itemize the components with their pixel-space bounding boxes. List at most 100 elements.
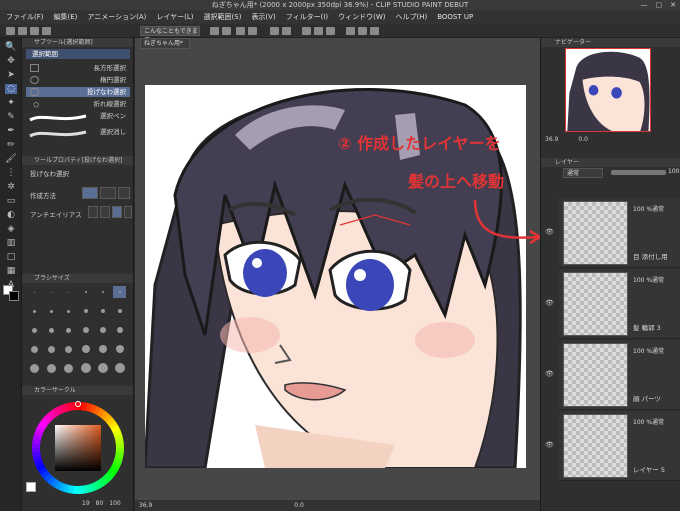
brush-size-option[interactable] (113, 343, 126, 355)
transform-icon[interactable] (248, 27, 257, 35)
subtool-selection-pen[interactable]: 選択ペン (26, 111, 130, 125)
brush-size-option[interactable] (28, 343, 41, 355)
lasso-select-icon[interactable]: ◌ (5, 84, 17, 94)
brush-size-option[interactable] (62, 286, 75, 298)
brush-size-option[interactable] (113, 305, 126, 317)
brush-size-option[interactable] (45, 324, 58, 336)
snap-grid-icon[interactable] (370, 27, 379, 35)
antialias-strong-button[interactable] (124, 206, 132, 218)
brush-size-option[interactable] (79, 362, 92, 374)
brush-size-option[interactable] (96, 286, 109, 298)
menu-window[interactable]: ウィンドウ(W) (338, 12, 385, 22)
airbrush-icon[interactable]: ⋮ (5, 168, 17, 178)
brush-size-option[interactable] (45, 362, 58, 374)
brush-size-option[interactable] (113, 324, 126, 336)
navigator-zoom[interactable]: 36.9 (545, 136, 558, 143)
deselect-icon[interactable] (302, 27, 311, 35)
brush-size-option[interactable] (28, 305, 41, 317)
brush-size-option[interactable] (96, 324, 109, 336)
zoom-icon[interactable]: 🔍 (5, 42, 17, 52)
brush-size-option[interactable] (45, 305, 58, 317)
antialias-weak-button[interactable] (100, 206, 110, 218)
brush-size-option[interactable] (45, 343, 58, 355)
brush-size-option[interactable] (62, 324, 75, 336)
maximize-button[interactable]: ▢ (656, 0, 663, 10)
snap-icon[interactable] (346, 27, 355, 35)
menu-layer[interactable]: レイヤー(L) (156, 12, 193, 22)
layer-row[interactable]: 👁 100 %通常 レイヤー 5 (545, 411, 680, 481)
operation-icon[interactable]: ➤ (5, 70, 17, 80)
brush-size-option[interactable] (96, 362, 109, 374)
angle-readout[interactable]: 0.0 (294, 502, 304, 509)
brush-size-option[interactable] (28, 324, 41, 336)
sub-color-chip[interactable] (9, 291, 19, 301)
clip-studio-icon[interactable] (42, 27, 51, 35)
blend-mode-select[interactable]: 通常 (563, 168, 603, 178)
visibility-eye-icon[interactable]: 👁 (545, 299, 554, 307)
subtool-rectangle[interactable]: 長方形選択 (26, 63, 130, 73)
brush-size-option[interactable] (113, 286, 126, 298)
visibility-eye-icon[interactable]: 👁 (545, 228, 554, 236)
paste-icon[interactable] (222, 27, 231, 35)
document-tab[interactable]: ねぎちゃん用* (140, 38, 190, 49)
visibility-eye-icon[interactable]: 👁 (545, 441, 554, 449)
subtool-polyline[interactable]: ⬠ 折れ線選択 (26, 99, 130, 109)
brush-size-option[interactable] (96, 343, 109, 355)
mode-new-selection-button[interactable] (82, 187, 98, 199)
mode-subtract-selection-button[interactable] (118, 187, 130, 199)
pen-icon[interactable]: ✒ (5, 126, 17, 136)
menu-boost-up[interactable]: BOOST UP (437, 13, 473, 21)
brush-size-option[interactable] (45, 286, 58, 298)
color-wheel[interactable] (28, 398, 128, 498)
brush-size-option[interactable] (28, 286, 41, 298)
brush-size-option[interactable] (113, 362, 126, 374)
frame-icon[interactable]: ▦ (5, 266, 17, 276)
copy-icon[interactable] (210, 27, 219, 35)
gradient-icon[interactable]: ▥ (5, 238, 17, 248)
minimize-button[interactable]: — (641, 0, 648, 10)
layer-row[interactable]: 👁 100 %通常 顔 パーツ (545, 340, 680, 410)
move-icon[interactable]: ✥ (5, 56, 17, 66)
brush-icon[interactable]: 🖌 (5, 154, 17, 164)
brush-size-option[interactable] (62, 305, 75, 317)
navigator-angle[interactable]: 0.0 (578, 136, 588, 143)
decoration-icon[interactable]: ✲ (5, 182, 17, 192)
brush-size-option[interactable] (79, 305, 92, 317)
layer-row[interactable]: 👁 100 %通常 髪 輪郭 3 (545, 269, 680, 339)
undo-icon[interactable] (270, 27, 279, 35)
tips-button[interactable]: こんなこともできます (140, 26, 200, 44)
brush-size-option[interactable] (28, 362, 41, 374)
brush-size-option[interactable] (62, 362, 75, 374)
navigator-preview[interactable] (565, 48, 651, 132)
open-file-icon[interactable] (18, 27, 27, 35)
brush-size-option[interactable] (79, 343, 92, 355)
mode-add-selection-button[interactable] (100, 187, 116, 199)
subtool-group-tab[interactable]: 選択範囲 (26, 49, 130, 59)
zoom-readout[interactable]: 36.9 (139, 502, 152, 509)
clear-icon[interactable] (236, 27, 245, 35)
menu-edit[interactable]: 編集(E) (54, 12, 78, 22)
menu-animation[interactable]: アニメーション(A) (87, 12, 146, 22)
subtool-ellipse[interactable]: 楕円選択 (26, 75, 130, 85)
brush-size-option[interactable] (96, 305, 109, 317)
menu-help[interactable]: ヘルプ(H) (395, 12, 427, 22)
snap-ruler-icon[interactable] (358, 27, 367, 35)
fill-icon[interactable]: ◈ (5, 224, 17, 234)
pencil-icon[interactable]: ✏ (5, 140, 17, 150)
figure-icon[interactable]: □ (5, 252, 17, 262)
eraser-icon[interactable]: ▭ (5, 196, 17, 206)
save-icon[interactable] (30, 27, 39, 35)
subtool-selection-eraser[interactable]: 選択消し (26, 127, 130, 141)
menu-file[interactable]: ファイル(F) (6, 12, 44, 22)
close-button[interactable]: ✕ (670, 0, 676, 10)
antialias-none-button[interactable] (88, 206, 98, 218)
menu-filter[interactable]: フィルター(I) (286, 12, 328, 22)
menu-selection[interactable]: 選択範囲(S) (204, 12, 242, 22)
new-file-icon[interactable] (6, 27, 15, 35)
brush-size-option[interactable] (62, 343, 75, 355)
menu-view[interactable]: 表示(V) (251, 12, 275, 22)
opacity-slider[interactable] (611, 170, 666, 175)
brush-size-option[interactable] (79, 286, 92, 298)
brush-size-option[interactable] (79, 324, 92, 336)
layer-row[interactable]: 👁 100 %通常 目 添付し用 (545, 198, 680, 268)
